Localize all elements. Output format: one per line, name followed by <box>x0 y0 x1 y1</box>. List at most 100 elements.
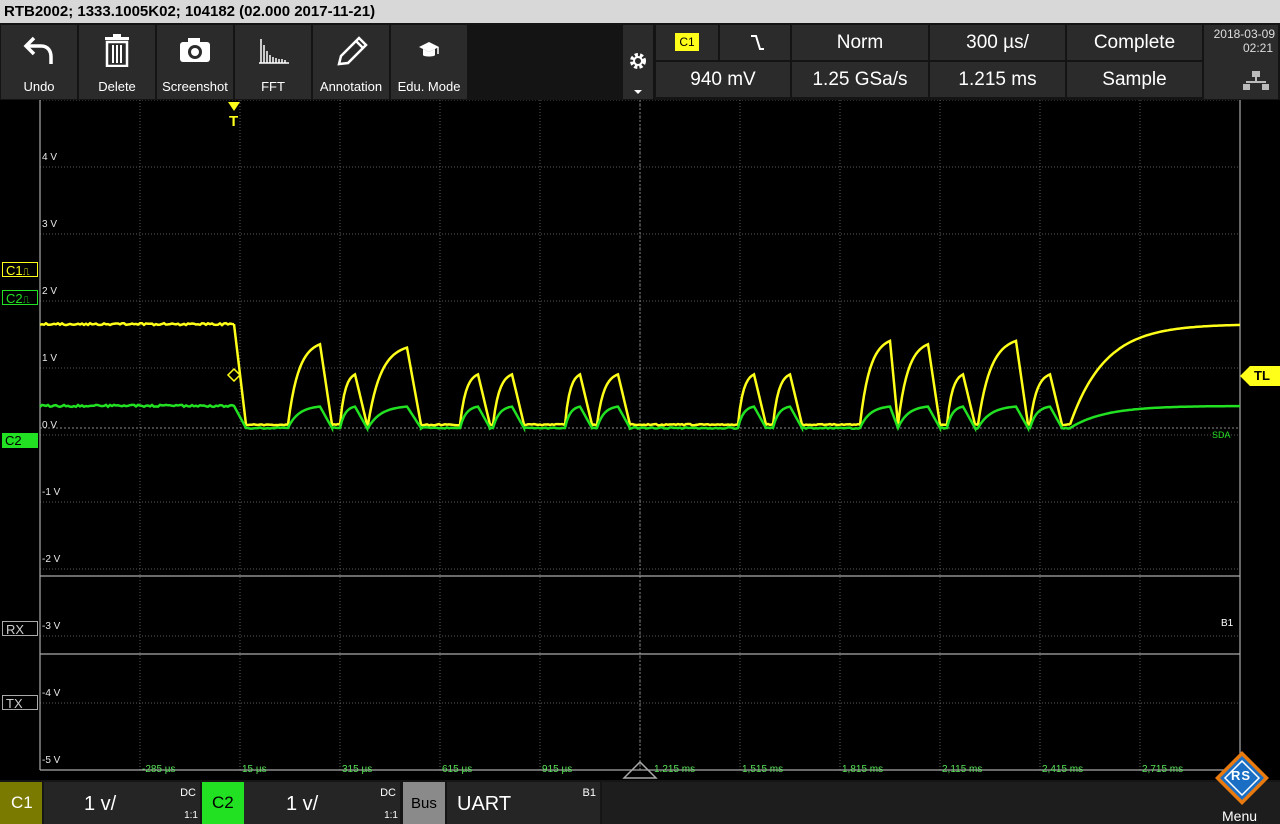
voltage-label: -3 V <box>42 621 60 632</box>
network-icon <box>1204 63 1278 99</box>
bus-type: UART <box>457 793 511 816</box>
c2-coupling: DC <box>380 787 396 799</box>
timebase-cell[interactable]: 300 µs/ <box>930 25 1065 60</box>
trash-icon <box>79 33 155 67</box>
device-title: RTB2002; 1333.1005K02; 104182 (02.000 20… <box>4 3 375 20</box>
c2-marker-glyph: ⎍ <box>23 295 30 306</box>
bus-tab[interactable]: Bus <box>403 782 445 824</box>
bus-id: B1 <box>583 787 596 799</box>
graticule <box>40 100 1240 770</box>
time-text: 02:21 <box>1204 41 1278 55</box>
voltage-label: 3 V <box>42 219 57 230</box>
bus-tab-label: Bus <box>411 795 437 812</box>
trigger-position-marker[interactable] <box>228 102 240 111</box>
tx-label: TX <box>6 696 23 711</box>
time-tick-label: 915 µs <box>542 764 572 775</box>
pencil-icon <box>313 33 389 67</box>
empty-slot <box>602 782 1204 824</box>
c1-tab-label: C1 <box>11 793 33 813</box>
menu-label: Menu <box>1222 808 1257 824</box>
voltage-label: 4 V <box>42 152 57 163</box>
acquisition-state-cell[interactable]: Complete <box>1067 25 1202 60</box>
sda-label: SDA <box>1212 430 1231 440</box>
date-text: 2018-03-09 <box>1204 27 1278 41</box>
annotation-button[interactable]: Annotation <box>313 25 389 99</box>
voltage-label: 1 V <box>42 353 57 364</box>
screenshot-button[interactable]: Screenshot <box>157 25 233 99</box>
bus-settings[interactable]: UART B1 <box>447 782 600 824</box>
c1-marker-glyph: ⎍ <box>23 267 30 278</box>
c2-tab-label: C2 <box>212 793 234 813</box>
voltage-label: 2 V <box>42 286 57 297</box>
time-tick-label: 1,815 ms <box>842 764 883 775</box>
undo-icon <box>1 33 77 67</box>
trigger-slope-cell[interactable] <box>720 25 790 60</box>
c2-probe: 1:1 <box>384 810 398 821</box>
c2-ground-label: C2 <box>5 433 22 448</box>
annotation-label: Annotation <box>313 79 389 94</box>
waveform-display[interactable]: T TL C1⎍ C2⎍ C2 RX TX SDA B1 4 V3 V2 V1 … <box>0 100 1280 780</box>
graduation-cap-icon <box>391 33 467 67</box>
c1-coupling: DC <box>180 787 196 799</box>
screenshot-label: Screenshot <box>157 79 233 94</box>
b1-label: B1 <box>1221 618 1233 629</box>
time-tick-label: 15 µs <box>242 764 267 775</box>
trigger-source-badge: C1 <box>675 33 698 51</box>
fft-button[interactable]: FFT <box>235 25 311 99</box>
fft-label: FFT <box>235 79 311 94</box>
time-tick-label: 615 µs <box>442 764 472 775</box>
voltage-label: 0 V <box>42 420 57 431</box>
time-tick-label: 1.215 ms <box>654 764 695 775</box>
voltage-label: -1 V <box>42 487 60 498</box>
time-tick-label: 315 µs <box>342 764 372 775</box>
undo-label: Undo <box>1 79 77 94</box>
waveform-canvas[interactable] <box>0 100 1280 780</box>
title-bar: RTB2002; 1333.1005K02; 104182 (02.000 20… <box>0 0 1280 23</box>
falling-edge-icon <box>720 25 790 60</box>
rx-marker[interactable]: RX <box>2 621 38 636</box>
c1-probe: 1:1 <box>184 810 198 821</box>
voltage-label: -4 V <box>42 688 60 699</box>
undo-button[interactable]: Undo <box>1 25 77 99</box>
channel-bar: C1 1 v/ DC 1:1 C2 1 v/ DC 1:1 Bus UART B… <box>0 780 1280 824</box>
rs-logo-text: RS <box>1231 768 1251 783</box>
datetime-panel: 2018-03-09 02:21 <box>1204 25 1278 99</box>
voltage-label: -2 V <box>42 554 60 565</box>
acquisition-mode-cell[interactable]: Sample <box>1067 62 1202 97</box>
horizontal-position-cell[interactable]: 1.215 ms <box>930 62 1065 97</box>
c1-scale: 1 v/ <box>84 793 116 816</box>
tx-marker[interactable]: TX <box>2 695 38 710</box>
time-tick-label: 2,415 ms <box>1042 764 1083 775</box>
trigger-source-cell[interactable]: C1 <box>656 25 718 60</box>
voltage-label: -5 V <box>42 755 60 766</box>
time-tick-label: 1,515 ms <box>742 764 783 775</box>
c1-marker-label: C1 <box>6 263 23 278</box>
rs-logo[interactable]: RS <box>1213 749 1271 807</box>
tl-label: TL <box>1254 368 1270 383</box>
time-tick-label: -285 µs <box>142 764 176 775</box>
c1-tab[interactable]: C1 <box>0 782 42 824</box>
edu-mode-label: Edu. Mode <box>391 79 467 94</box>
c2-ground-marker[interactable]: C2 <box>2 433 38 448</box>
c2-marker-label: C2 <box>6 291 23 306</box>
settings-button[interactable] <box>623 25 653 99</box>
time-tick-label: 2,115 ms <box>942 764 982 775</box>
trigger-level-cell[interactable]: 940 mV <box>656 62 790 97</box>
camera-icon <box>157 33 233 67</box>
c2-offset-marker[interactable]: C2⎍ <box>2 290 38 305</box>
trigger-mode-cell[interactable]: Norm <box>792 25 928 60</box>
c1-offset-marker[interactable]: C1⎍ <box>2 262 38 277</box>
c2-scale: 1 v/ <box>286 793 318 816</box>
trigger-point-marker <box>228 369 240 381</box>
c2-tab[interactable]: C2 <box>202 782 244 824</box>
c2-settings[interactable]: 1 v/ DC 1:1 <box>244 782 400 824</box>
delete-label: Delete <box>79 79 155 94</box>
trigger-t-label: T <box>229 113 238 130</box>
edu-mode-button[interactable]: Edu. Mode <box>391 25 467 99</box>
sample-rate-cell[interactable]: 1.25 GSa/s <box>792 62 928 97</box>
delete-button[interactable]: Delete <box>79 25 155 99</box>
toolbar: Undo Delete Screenshot FFT Annotation Ed… <box>0 23 1280 100</box>
c1-settings[interactable]: 1 v/ DC 1:1 <box>44 782 200 824</box>
fft-spectrum-icon <box>235 33 311 67</box>
gear-icon <box>623 25 653 99</box>
